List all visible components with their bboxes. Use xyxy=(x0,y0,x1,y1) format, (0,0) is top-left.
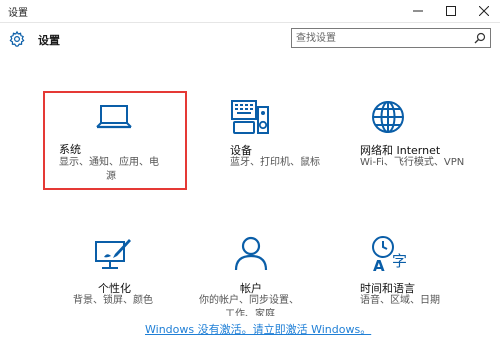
tile-time-language[interactable]: A 字 时间和语言 语音、区域、日期 xyxy=(330,230,480,310)
tile-system-desc-line1: 显示、通知、应用、电 xyxy=(59,157,159,168)
laptop-icon xyxy=(96,105,132,129)
time-language-icon: A 字 xyxy=(372,236,407,272)
close-button[interactable] xyxy=(467,0,500,22)
tile-accounts-desc-line1: 你的帐户、同步设置、 xyxy=(199,295,299,306)
window-title: 设置 xyxy=(8,8,28,19)
tile-personalization[interactable]: 个性化 背景、锁屏、颜色 xyxy=(43,230,187,310)
personalization-icon xyxy=(95,239,131,269)
tile-system[interactable]: 系统 显示、通知、应用、电 源 xyxy=(43,91,187,190)
window-controls xyxy=(401,0,500,22)
tile-system-label: 系统 xyxy=(59,143,81,156)
maximize-icon xyxy=(445,6,456,16)
tile-network[interactable]: 网络和 Internet Wi-Fi、飞行模式、VPN xyxy=(360,91,498,190)
search-icon[interactable] xyxy=(474,32,486,44)
svg-text:字: 字 xyxy=(392,252,407,270)
svg-text:A: A xyxy=(373,257,385,272)
tile-devices[interactable]: 设备 蓝牙、打印机、鼠标 xyxy=(220,91,350,190)
maximize-button[interactable] xyxy=(434,0,467,22)
tile-devices-desc: 蓝牙、打印机、鼠标 xyxy=(230,157,320,168)
tile-accounts-desc-line2: 工作、家庭 xyxy=(225,309,275,316)
account-icon xyxy=(234,236,268,271)
devices-icon xyxy=(231,100,269,134)
globe-icon xyxy=(372,101,404,133)
minimize-icon xyxy=(412,10,423,12)
minimize-button[interactable] xyxy=(401,0,434,22)
page-title: 设置 xyxy=(38,34,60,47)
close-icon xyxy=(478,6,489,16)
title-bar: 设置 xyxy=(0,0,500,23)
search-box[interactable] xyxy=(291,28,491,48)
tile-personalization-desc: 背景、锁屏、颜色 xyxy=(73,295,153,306)
tile-network-desc: Wi-Fi、飞行模式、VPN xyxy=(360,157,465,168)
tile-time-language-desc: 语音、区域、日期 xyxy=(360,295,440,306)
gear-icon xyxy=(9,30,25,47)
activation-link[interactable]: Windows 没有激活。请立即激活 Windows。 xyxy=(145,321,371,337)
search-input[interactable] xyxy=(296,31,464,45)
tile-system-desc-line2: 源 xyxy=(106,171,116,182)
header: 设置 xyxy=(0,26,500,52)
tile-accounts[interactable]: 帐户 你的帐户、同步设置、 工作、家庭 xyxy=(195,230,325,316)
